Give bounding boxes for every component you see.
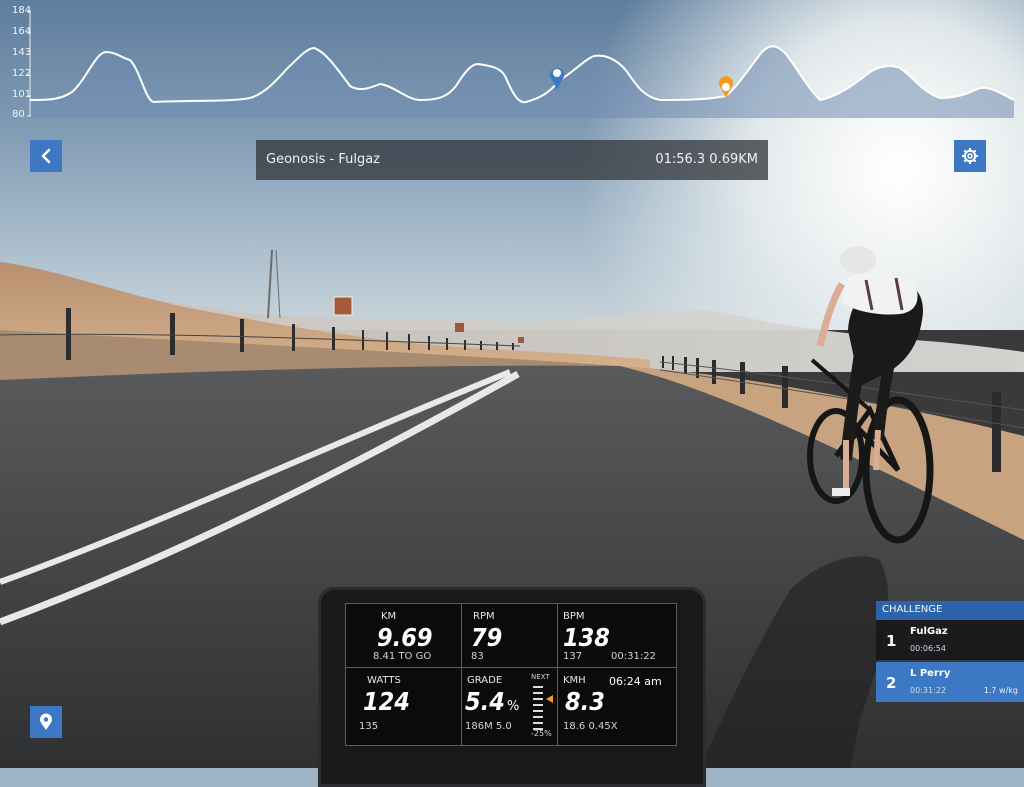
elevation-tick-label: 80 [12, 109, 25, 120]
clock-time: 06:24 am [609, 675, 662, 688]
next-grade-gauge [533, 686, 553, 730]
rpm-sub: 83 [471, 651, 484, 662]
watts-label: WATTS [367, 675, 401, 686]
leaderboard-time: 00:31:22 [910, 686, 946, 695]
grade-unit: % [507, 699, 520, 714]
bpm-label: BPM [563, 611, 585, 622]
elevation-profile [27, 10, 1015, 118]
map-pin-icon [40, 713, 52, 730]
chevron-left-icon [41, 148, 51, 164]
challenge-panel: CHALLENGE 1 FulGaz 00:06:54 2 L Perry 00… [876, 601, 1024, 702]
elevation-tick-label: 143 [12, 47, 32, 58]
grade-label: GRADE [467, 675, 503, 686]
challenge-header: CHALLENGE [876, 601, 1024, 620]
next-label: NEXT [531, 673, 550, 681]
leaderboard-name: FulGaz [910, 626, 948, 637]
next-sub: -25% [531, 729, 552, 738]
elevation-tick-label: 122 [12, 68, 32, 79]
elevation-tick-label: 164 [12, 26, 32, 37]
km-sub: 8.41 TO GO [373, 651, 432, 662]
km-label: KM [381, 611, 397, 622]
grade-value: 5.4 [465, 687, 505, 716]
elapsed-distance: 01:56.3 0.69KM [655, 152, 758, 167]
watts-value: 124 [363, 687, 410, 716]
kmh-label: KMH [563, 675, 586, 686]
gear-icon [962, 148, 978, 164]
challenge-title: CHALLENGE [882, 604, 943, 615]
rpm-label: RPM [473, 611, 495, 622]
kmh-value: 8.3 [565, 687, 605, 716]
leaderboard-power: 1.7 w/kg [983, 686, 1018, 695]
leaderboard-rank: 2 [886, 674, 897, 692]
km-value: 9.69 [377, 623, 433, 652]
leaderboard-time: 00:06:54 [910, 644, 946, 653]
bike-computer-screen: KM 9.69 8.41 TO GO RPM 79 83 BPM 138 137… [345, 603, 677, 746]
leaderboard-rank: 1 [886, 632, 897, 650]
ride-title-bar: Geonosis - Fulgaz 01:56.3 0.69KM [256, 140, 768, 180]
route-title: Geonosis - Fulgaz [266, 152, 380, 167]
grade-sub: 186M 5.0 [465, 721, 512, 732]
ride-timer: 00:31:22 [611, 651, 656, 662]
leaderboard-row[interactable]: 1 FulGaz 00:06:54 [876, 620, 1024, 660]
rpm-value: 79 [471, 623, 503, 652]
bpm-sub: 137 [563, 651, 583, 662]
leaderboard-row[interactable]: 2 L Perry 00:31:22 1.7 w/kg [876, 662, 1024, 702]
settings-button[interactable] [954, 140, 986, 172]
elevation-tick-label: 101 [12, 89, 32, 100]
elevation-fill [30, 46, 1014, 118]
back-button[interactable] [30, 140, 62, 172]
watts-sub: 135 [359, 721, 379, 732]
elevation-tick-label: 184 [12, 5, 32, 16]
map-button[interactable] [30, 706, 62, 738]
leaderboard-name: L Perry [910, 668, 951, 679]
kmh-sub: 18.6 0.45X [563, 721, 618, 732]
bpm-value: 138 [563, 623, 610, 652]
